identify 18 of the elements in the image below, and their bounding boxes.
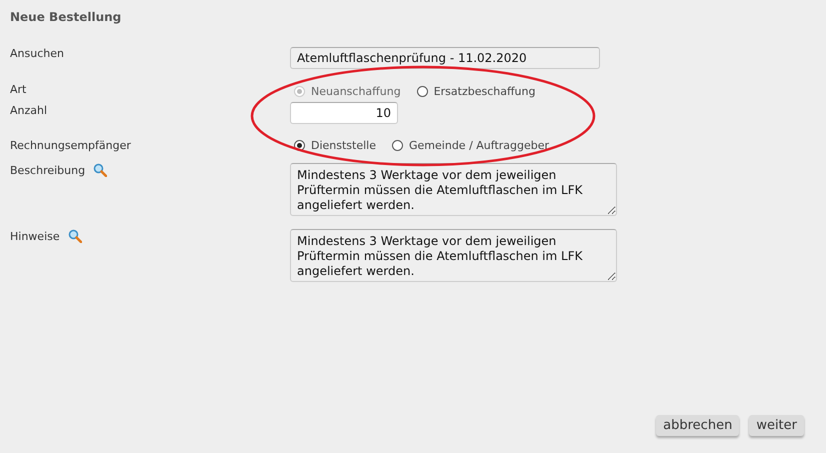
field-label: Beschreibung xyxy=(10,164,86,176)
cancel-button[interactable]: abbrechen xyxy=(656,415,740,436)
field-label: Ansuchen xyxy=(10,47,64,60)
radio-option[interactable]: Ersatzbeschaffung xyxy=(416,85,536,98)
field-label: Art xyxy=(10,83,26,96)
text-field[interactable]: Atemluftflaschenprüfung - 11.02.2020 xyxy=(290,47,600,69)
number-field[interactable]: 10 xyxy=(290,102,398,124)
magnifier-icon[interactable] xyxy=(93,163,108,177)
field-label: Rechnungsempfänger xyxy=(10,139,131,152)
text-area[interactable]: Mindestens 3 Werktage vor dem jeweiligen Prüftermin müssen die Atemluftflaschen im LFK angeliefert werden. xyxy=(290,163,617,216)
field-label: Anzahl xyxy=(10,104,48,117)
page-title: Neue Bestellung xyxy=(10,10,122,24)
radio-option[interactable]: Gemeinde / Auftraggeber xyxy=(392,139,550,152)
field-label: Hinweise xyxy=(10,230,60,242)
radio-option[interactable]: Dienststelle xyxy=(294,139,376,152)
next-button[interactable]: weiter xyxy=(749,415,804,436)
magnifier-icon[interactable] xyxy=(68,229,82,243)
text-area[interactable]: Mindestens 3 Werktage vor dem jeweiligen Prüftermin müssen die Atemluftflaschen im LFK angeliefert werden. xyxy=(290,229,617,282)
